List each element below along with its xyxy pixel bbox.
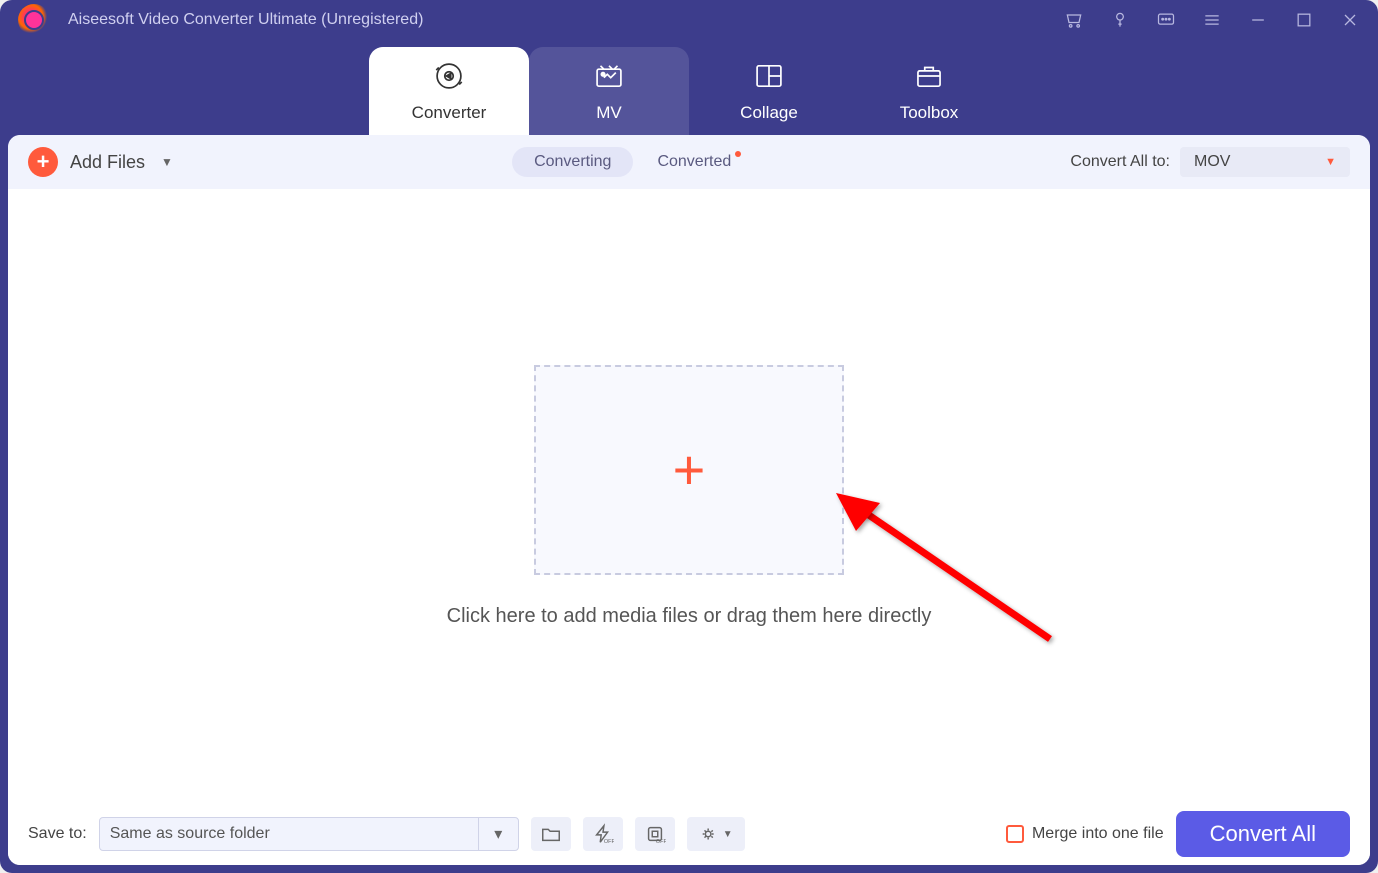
checkbox-icon: [1006, 825, 1024, 843]
titlebar: Aiseesoft Video Converter Ultimate (Unre…: [0, 0, 1378, 40]
tab-label: Converter: [412, 103, 487, 123]
merge-label: Merge into one file: [1032, 825, 1164, 843]
menu-icon[interactable]: [1202, 10, 1222, 30]
settings-button[interactable]: ▼: [687, 817, 745, 851]
feedback-icon[interactable]: [1156, 10, 1176, 30]
open-folder-button[interactable]: [531, 817, 571, 851]
plus-icon: +: [673, 437, 706, 502]
filter-converting[interactable]: Converting: [512, 147, 633, 177]
minimize-icon[interactable]: [1248, 10, 1268, 30]
tab-converter[interactable]: Converter: [369, 47, 529, 135]
app-logo-icon: [18, 4, 50, 36]
bottombar: Save to: Same as source folder ▾ OFF OFF…: [8, 803, 1370, 865]
drop-zone[interactable]: +: [534, 365, 844, 575]
converter-icon: [432, 59, 466, 93]
drop-hint-text: Click here to add media files or drag th…: [447, 605, 932, 628]
save-to-value: Same as source folder: [110, 825, 270, 843]
gpu-off-button[interactable]: OFF: [635, 817, 675, 851]
tab-collage[interactable]: Collage: [689, 47, 849, 135]
svg-text:OFF: OFF: [604, 839, 614, 845]
app-title: Aiseesoft Video Converter Ultimate (Unre…: [68, 11, 423, 29]
tab-mv[interactable]: MV: [529, 47, 689, 135]
collage-icon: [752, 59, 786, 93]
plus-icon: +: [28, 147, 58, 177]
close-icon[interactable]: [1340, 10, 1360, 30]
filter-converted[interactable]: Converted: [657, 153, 731, 171]
convert-all-to-label: Convert All to:: [1070, 153, 1170, 171]
tab-label: Collage: [740, 103, 798, 123]
filter-converted-label: Converted: [657, 153, 731, 170]
convert-all-button[interactable]: Convert All: [1176, 811, 1350, 857]
toolbar: + Add Files ▼ Converting Converted Conve…: [8, 135, 1370, 189]
save-to-selector[interactable]: Same as source folder ▾: [99, 817, 519, 851]
main-drop-area: + Click here to add media files or drag …: [8, 189, 1370, 803]
key-icon[interactable]: [1110, 10, 1130, 30]
tab-toolbox[interactable]: Toolbox: [849, 47, 1009, 135]
cart-icon[interactable]: [1064, 10, 1084, 30]
format-selector[interactable]: MOV ▼: [1180, 147, 1350, 177]
tab-label: MV: [596, 103, 622, 123]
svg-text:OFF: OFF: [656, 839, 666, 845]
nav-tabs: Converter MV Collage Toolbox: [0, 40, 1378, 135]
toolbox-icon: [912, 59, 946, 93]
chevron-down-icon: ▼: [723, 829, 733, 840]
merge-checkbox[interactable]: Merge into one file: [1006, 825, 1164, 843]
speed-off-button[interactable]: OFF: [583, 817, 623, 851]
chevron-down-icon: ▾: [478, 817, 518, 851]
save-to-label: Save to:: [28, 825, 87, 843]
tab-label: Toolbox: [900, 103, 959, 123]
chevron-down-icon: ▼: [1325, 156, 1336, 168]
notification-dot-icon: [735, 151, 741, 157]
add-files-label: Add Files: [70, 152, 145, 173]
format-selected-value: MOV: [1194, 153, 1230, 171]
add-files-button[interactable]: + Add Files ▼: [28, 147, 173, 177]
mv-icon: [592, 59, 626, 93]
chevron-down-icon: ▼: [161, 155, 173, 169]
maximize-icon[interactable]: [1294, 10, 1314, 30]
